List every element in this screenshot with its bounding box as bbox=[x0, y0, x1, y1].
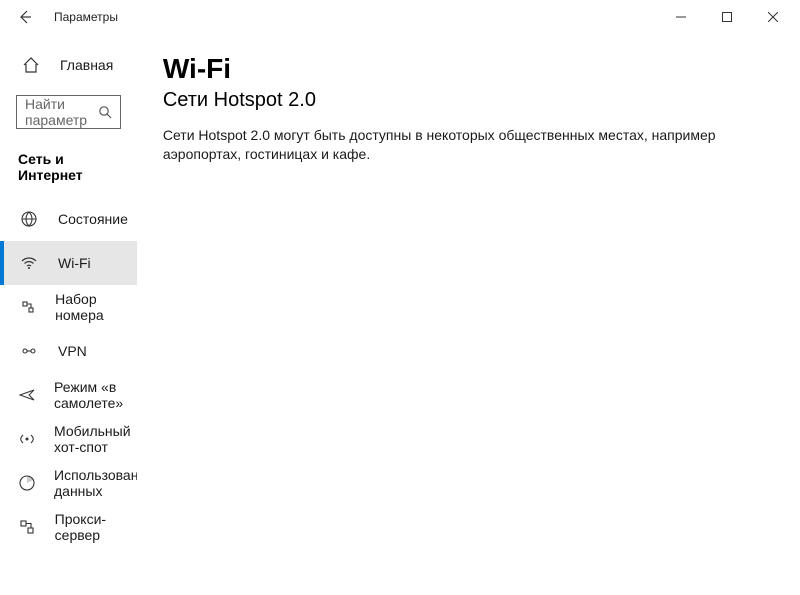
minimize-button[interactable] bbox=[658, 0, 704, 34]
sidebar-item-label: Использование данных bbox=[54, 467, 137, 499]
sidebar-item-label: Состояние bbox=[58, 211, 128, 227]
home-icon bbox=[22, 56, 42, 74]
sidebar-item-status[interactable]: Состояние bbox=[0, 197, 137, 241]
window-title: Параметры bbox=[42, 10, 658, 24]
hotspot-icon bbox=[18, 430, 36, 448]
close-button[interactable] bbox=[750, 0, 796, 34]
globe-icon bbox=[18, 210, 40, 228]
sidebar-item-vpn[interactable]: VPN bbox=[0, 329, 137, 373]
main-content: Wi-Fi Сети Hotspot 2.0 Сети Hotspot 2.0 … bbox=[137, 35, 800, 595]
sidebar-item-label: Wi-Fi bbox=[58, 255, 91, 271]
airplane-icon bbox=[18, 386, 36, 404]
page-title: Wi-Fi bbox=[163, 53, 770, 85]
sidebar-item-datausage[interactable]: Использование данных bbox=[0, 461, 137, 505]
proxy-icon bbox=[18, 518, 37, 536]
sidebar: Главная Найти параметр Сеть и Интернет С… bbox=[0, 35, 137, 595]
sidebar-item-label: Прокси-сервер bbox=[55, 511, 137, 543]
sidebar-item-label: VPN bbox=[58, 343, 87, 359]
maximize-icon bbox=[722, 12, 732, 22]
sidebar-item-wifi[interactable]: Wi-Fi bbox=[0, 241, 137, 285]
sidebar-item-label: Набор номера bbox=[55, 291, 137, 323]
sidebar-item-label: Мобильный хот-спот bbox=[54, 423, 137, 455]
sidebar-item-airplane[interactable]: Режим «в самолете» bbox=[0, 373, 137, 417]
search-placeholder-text: Найти параметр bbox=[25, 96, 98, 128]
sidebar-item-proxy[interactable]: Прокси-сервер bbox=[0, 505, 137, 549]
back-arrow-icon bbox=[17, 9, 33, 25]
sidebar-item-label: Режим «в самолете» bbox=[54, 379, 137, 411]
data-icon bbox=[18, 474, 36, 492]
sidebar-item-dialup[interactable]: Набор номера bbox=[0, 285, 137, 329]
search-icon bbox=[98, 105, 112, 119]
maximize-button[interactable] bbox=[704, 0, 750, 34]
home-nav[interactable]: Главная bbox=[0, 45, 137, 85]
nav-group-heading: Сеть и Интернет bbox=[0, 143, 137, 197]
home-label: Главная bbox=[60, 57, 113, 73]
hotspot-description: Сети Hotspot 2.0 могут быть доступны в н… bbox=[163, 126, 770, 595]
vpn-icon bbox=[18, 342, 40, 360]
titlebar: Параметры bbox=[0, 0, 800, 35]
sidebar-item-hotspot[interactable]: Мобильный хот-спот bbox=[0, 417, 137, 461]
wifi-icon bbox=[18, 254, 40, 272]
minimize-icon bbox=[676, 12, 686, 22]
close-icon bbox=[768, 12, 778, 22]
dialup-icon bbox=[18, 298, 37, 316]
hotspot-heading: Сети Hotspot 2.0 bbox=[163, 89, 770, 112]
search-input[interactable]: Найти параметр bbox=[16, 95, 121, 129]
back-button[interactable] bbox=[8, 0, 42, 34]
